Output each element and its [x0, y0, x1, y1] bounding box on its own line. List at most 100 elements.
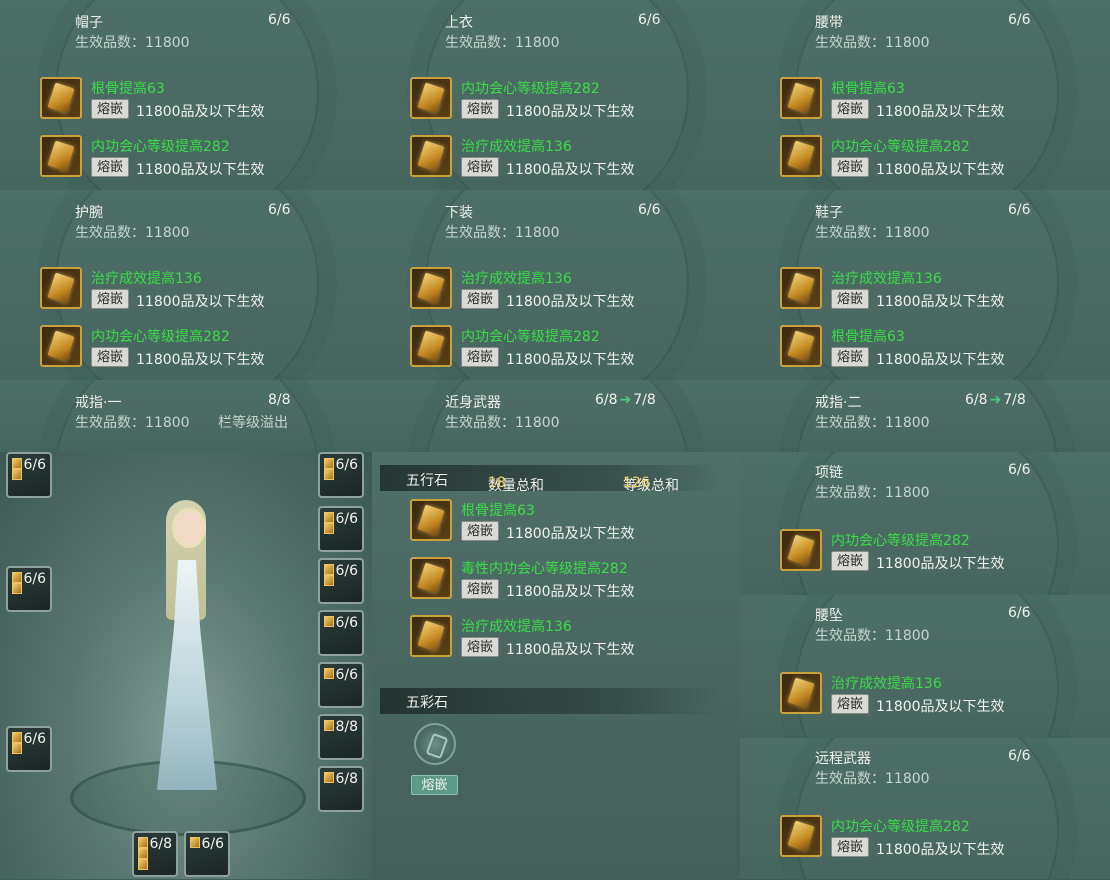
inlay-button[interactable]: 熔嵌: [831, 99, 869, 119]
gem-stat: 治疗成效提高136: [461, 619, 572, 635]
slot-count: 6/6: [638, 12, 661, 28]
inlay-button[interactable]: 熔嵌: [461, 289, 499, 309]
panel-equip-slot: 下装 6/6 生效品数：11800 治疗成效提高136 熔嵌 11800品及以下…: [370, 190, 741, 381]
equip-mini-slot[interactable]: 6/6: [318, 558, 364, 604]
equip-mini-slot[interactable]: 6/8: [318, 766, 364, 812]
gem-row: 内功会心等级提高282 熔嵌 11800品及以下生效: [780, 135, 1040, 181]
gem-icon[interactable]: [780, 77, 822, 119]
gem-pip-icon: [324, 772, 334, 783]
gem-icon[interactable]: [780, 672, 822, 714]
mini-slot-count: 6/6: [23, 571, 46, 587]
gem-icon[interactable]: [40, 325, 82, 367]
gem-icon[interactable]: [780, 815, 822, 857]
inlay-button[interactable]: 熔嵌: [831, 289, 869, 309]
gem-pip-icon: [324, 720, 334, 731]
panel-ring-1: 戒指·一 8/8 生效品数：11800 栏等级溢出: [0, 380, 371, 453]
gem-pip-icon: [324, 564, 334, 575]
slot-count: 6/6: [268, 202, 291, 218]
gem-stat: 内功会心等级提高282: [831, 139, 970, 155]
slot-name: 下装: [445, 205, 473, 221]
inlay-button[interactable]: 熔嵌: [831, 551, 869, 571]
mini-slot-count: 6/6: [335, 667, 358, 683]
wucai-stone-slot-icon[interactable]: [414, 723, 456, 765]
gem-icon[interactable]: [780, 325, 822, 367]
slot-quality: 生效品数：11800: [815, 35, 930, 51]
wucai-inlay-button[interactable]: 熔嵌: [411, 775, 458, 795]
gem-icon[interactable]: [410, 557, 452, 599]
gem-effect: 11800品及以下生效: [876, 294, 1005, 310]
gem-icon[interactable]: [410, 267, 452, 309]
slot-count: 6/6: [1008, 462, 1031, 478]
equip-mini-slot[interactable]: 6/6: [318, 610, 364, 656]
inlay-button[interactable]: 熔嵌: [91, 99, 129, 119]
gem-row: 治疗成效提高136 熔嵌 11800品及以下生效: [410, 135, 670, 181]
gem-icon[interactable]: [780, 529, 822, 571]
inlay-button[interactable]: 熔嵌: [461, 347, 499, 367]
gem-icon[interactable]: [40, 77, 82, 119]
inlay-button[interactable]: 熔嵌: [461, 157, 499, 177]
gem-icon[interactable]: [410, 615, 452, 657]
slot-name: 戒指·一: [75, 395, 122, 411]
inlay-button[interactable]: 熔嵌: [831, 347, 869, 367]
gem-icon[interactable]: [40, 267, 82, 309]
equip-mini-slot[interactable]: 6/6: [318, 662, 364, 708]
inlay-button[interactable]: 熔嵌: [831, 694, 869, 714]
mini-slot-count: 6/6: [335, 457, 358, 473]
inlay-button[interactable]: 熔嵌: [831, 157, 869, 177]
gem-pip-icon: [12, 458, 22, 469]
gem-row: 根骨提高63 熔嵌 11800品及以下生效: [780, 325, 1040, 371]
gem-stat: 内功会心等级提高282: [831, 819, 970, 835]
inlay-button[interactable]: 熔嵌: [461, 99, 499, 119]
mini-slot-count: 6/6: [335, 511, 358, 527]
equip-mini-slot[interactable]: 6/6: [318, 452, 364, 498]
overflow-note: 栏等级溢出: [218, 415, 288, 431]
gem-effect: 11800品及以下生效: [136, 294, 265, 310]
equip-mini-slot[interactable]: 6/6: [6, 452, 52, 498]
panel-equip-slot: 上衣 6/6 生效品数：11800 内功会心等级提高282 熔嵌 11800品及…: [370, 0, 741, 191]
inlay-button[interactable]: 熔嵌: [461, 579, 499, 599]
character-model[interactable]: [142, 490, 232, 790]
gem-effect: 11800品及以下生效: [506, 162, 635, 178]
gem-stat: 治疗成效提高136: [831, 271, 942, 287]
gem-row: 治疗成效提高136 熔嵌 11800品及以下生效: [40, 267, 300, 313]
gem-row: 根骨提高63 熔嵌 11800品及以下生效: [410, 499, 670, 545]
inlay-button[interactable]: 熔嵌: [831, 837, 869, 857]
equip-mini-slot[interactable]: 6/8: [132, 831, 178, 877]
inlay-button[interactable]: 熔嵌: [461, 637, 499, 657]
gem-icon[interactable]: [410, 325, 452, 367]
equip-mini-slot[interactable]: 6/6: [6, 726, 52, 772]
gem-pip-icon: [138, 859, 148, 870]
inlay-button[interactable]: 熔嵌: [91, 157, 129, 177]
gem-row: 内功会心等级提高282 熔嵌 11800品及以下生效: [40, 325, 300, 371]
gem-icon[interactable]: [410, 499, 452, 541]
gem-stat: 根骨提高63: [461, 503, 535, 519]
mini-slot-count: 6/8: [335, 771, 358, 787]
gem-row: 内功会心等级提高282 熔嵌 11800品及以下生效: [780, 529, 1040, 575]
gem-icon[interactable]: [780, 135, 822, 177]
gem-pip-icon: [138, 848, 148, 859]
gem-icon[interactable]: [40, 135, 82, 177]
slot-name: 腰坠: [815, 608, 843, 624]
inlay-button[interactable]: 熔嵌: [91, 347, 129, 367]
equip-mini-slot[interactable]: 6/6: [6, 566, 52, 612]
gem-effect: 11800品及以下生效: [876, 352, 1005, 368]
gem-pip-icon: [12, 743, 22, 754]
equip-mini-slot[interactable]: 6/6: [318, 506, 364, 552]
inlay-button[interactable]: 熔嵌: [461, 521, 499, 541]
gem-pip-icon: [138, 837, 148, 848]
gem-icon[interactable]: [410, 77, 452, 119]
panel-equip-slot: 腰坠 6/6 生效品数：11800 治疗成效提高136 熔嵌 11800品及以下…: [740, 595, 1110, 739]
gem-icon[interactable]: [780, 267, 822, 309]
inlay-button[interactable]: 熔嵌: [91, 289, 129, 309]
slot-quality: 生效品数：11800: [445, 415, 560, 431]
slot-quality: 生效品数：11800: [75, 225, 190, 241]
equip-mini-slot[interactable]: 8/8: [318, 714, 364, 760]
gem-pip-icon: [324, 458, 334, 469]
gem-row: 内功会心等级提高282 熔嵌 11800品及以下生效: [40, 135, 300, 181]
gem-effect: 11800品及以下生效: [876, 162, 1005, 178]
gem-icon[interactable]: [410, 135, 452, 177]
mini-slot-count: 6/6: [23, 731, 46, 747]
gem-row: 治疗成效提高136 熔嵌 11800品及以下生效: [780, 267, 1040, 313]
count-to: 7/8: [633, 392, 656, 408]
equip-mini-slot[interactable]: 6/6: [184, 831, 230, 877]
